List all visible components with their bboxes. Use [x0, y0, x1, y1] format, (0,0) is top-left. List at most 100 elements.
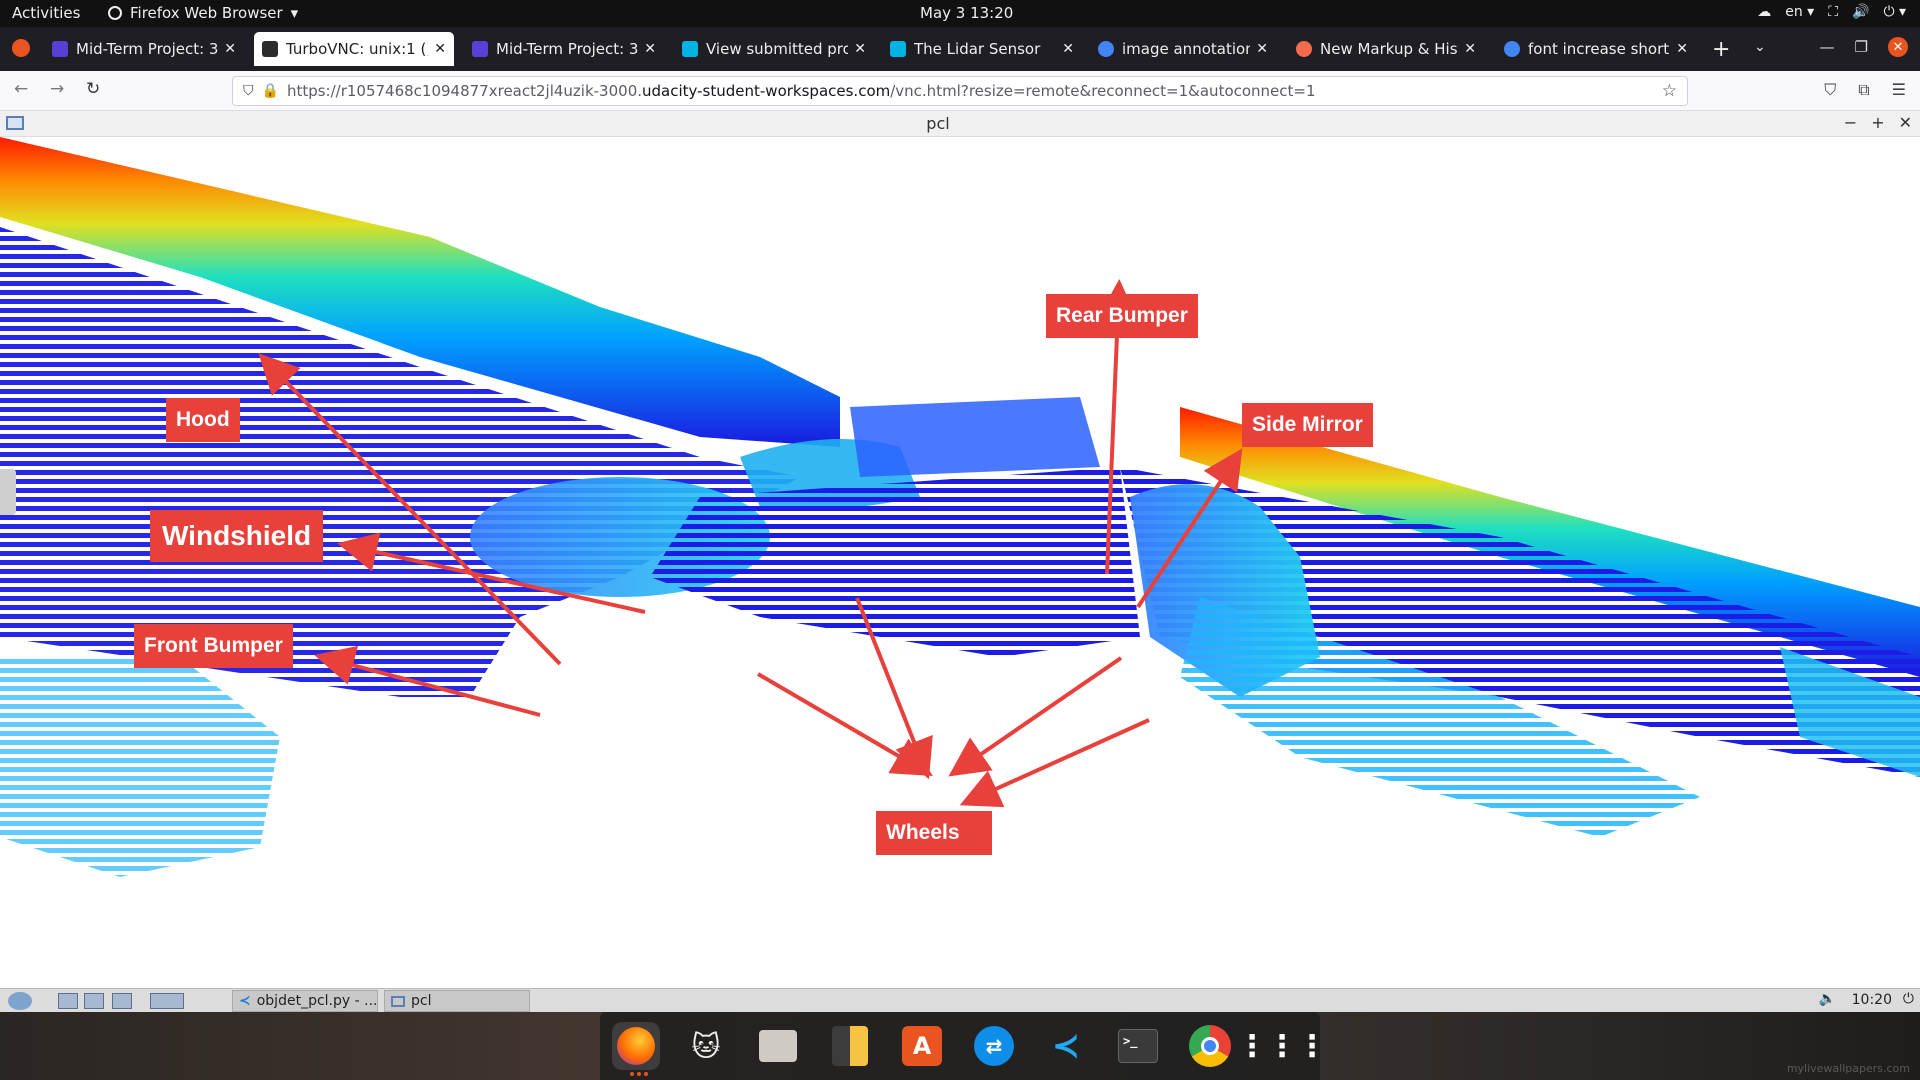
- shield-icon[interactable]: ⛉: [243, 83, 254, 99]
- minimize-icon[interactable]: −: [1844, 113, 1857, 132]
- address-bar[interactable]: ⛉ 🔒 https://r1057468c1094877xreact2jl4uz…: [232, 76, 1688, 106]
- cloud-icon[interactable]: ☁: [1757, 4, 1771, 20]
- vnc-side-handle[interactable]: [0, 469, 16, 515]
- close-tab-icon[interactable]: ✕: [854, 41, 866, 57]
- language-indicator[interactable]: en ▾: [1785, 4, 1814, 20]
- remote-task-objdet[interactable]: ≺ objdet_pcl.py - ...: [232, 990, 378, 1012]
- list-all-tabs-button[interactable]: ⌄: [1754, 39, 1766, 55]
- caret-down-icon: ▾: [290, 4, 299, 22]
- toolbar-right: ⛉ ⧉ ☰: [1824, 80, 1906, 100]
- power-icon[interactable]: ⏻ ▾: [1883, 4, 1906, 20]
- lock-icon[interactable]: 🔒: [262, 83, 279, 99]
- forward-arrow-icon[interactable]: →: [50, 79, 64, 99]
- point-cloud-viewer[interactable]: Hood Windshield Front Bumper Rear Bumper…: [0, 137, 1920, 988]
- app-menu[interactable]: Firefox Web Browser ▾: [108, 4, 298, 22]
- firefox-small-icon: [108, 6, 122, 20]
- calculator-icon[interactable]: [826, 1022, 874, 1070]
- reload-icon[interactable]: ↻: [86, 79, 100, 99]
- close-tab-icon[interactable]: ✕: [1062, 41, 1074, 57]
- close-tab-icon[interactable]: ✕: [644, 41, 656, 57]
- maximize-icon[interactable]: +: [1871, 113, 1884, 132]
- chrome-icon[interactable]: [1186, 1022, 1234, 1070]
- vnc-window-controls: − + ✕: [1844, 113, 1912, 132]
- top-bar-clock[interactable]: May 3 13:20: [920, 4, 1013, 22]
- tab-turbovnc[interactable]: TurboVNC: unix:1 () - n ✕: [254, 32, 454, 66]
- vnc-window-title: pcl: [926, 114, 950, 133]
- window-list-icon[interactable]: [150, 993, 184, 1009]
- pocket-icon[interactable]: ⛉: [1824, 80, 1836, 100]
- wallpaper-watermark: mylivewallpapers.com: [1786, 1062, 1910, 1075]
- firefox-icon[interactable]: [612, 1022, 660, 1076]
- app-menu-label: Firefox Web Browser: [130, 4, 283, 22]
- system-tray[interactable]: ☁ en ▾ ⛶ 🔊 ⏻ ▾: [1757, 4, 1906, 20]
- road-scanlines-center: [650, 467, 1140, 657]
- bookmark-star-icon[interactable]: ☆: [1662, 81, 1677, 101]
- files-icon[interactable]: [754, 1022, 802, 1070]
- tab-midterm-1[interactable]: Mid-Term Project: 3D C ✕: [44, 32, 244, 66]
- lidar-point-cloud: [0, 137, 1920, 877]
- file-manager-icon[interactable]: [84, 993, 104, 1009]
- window-controls: — ❐ ✕: [1820, 37, 1908, 57]
- markup-favicon-icon: [1296, 41, 1312, 57]
- close-tab-icon[interactable]: ✕: [1676, 41, 1688, 57]
- close-tab-icon[interactable]: ✕: [1256, 41, 1268, 57]
- google-favicon-icon: [1504, 41, 1520, 57]
- tab-view-submitted[interactable]: View submitted projec ✕: [674, 32, 874, 66]
- arrow-wheel-4: [959, 718, 1150, 808]
- callout-rear-bumper: Rear Bumper: [1046, 294, 1198, 338]
- vnc-window-titlebar: pcl − + ✕: [0, 111, 1920, 137]
- tab-image-annotation[interactable]: image annotation tool ✕: [1090, 32, 1276, 66]
- app-store-icon[interactable]: A: [898, 1022, 946, 1070]
- remote-power-icon[interactable]: ⏻: [1903, 991, 1914, 1007]
- terminal-small-icon[interactable]: [112, 993, 132, 1009]
- browser-tab-strip: Mid-Term Project: 3D C ✕ TurboVNC: unix:…: [0, 27, 1920, 71]
- activities-button[interactable]: Activities: [12, 4, 80, 22]
- callout-windshield: Windshield: [150, 510, 324, 562]
- extensions-icon[interactable]: ⧉: [1858, 80, 1869, 100]
- back-arrow-icon[interactable]: ←: [14, 79, 28, 99]
- window-small-icon: [391, 995, 405, 1007]
- tab-midterm-2[interactable]: Mid-Term Project: 3D C ✕: [464, 32, 664, 66]
- google-favicon-icon: [1098, 41, 1114, 57]
- close-window-icon[interactable]: ✕: [1888, 37, 1908, 57]
- teamviewer-icon[interactable]: ⇄: [970, 1022, 1018, 1070]
- remote-task-pcl[interactable]: pcl: [384, 990, 530, 1012]
- ubuntu-dock: 🐱 A ⇄ ≺ >_ ⋮⋮⋮: [600, 1012, 1327, 1080]
- restore-icon[interactable]: ❐: [1855, 38, 1868, 56]
- close-tab-icon[interactable]: ✕: [434, 41, 446, 57]
- callout-side-mirror: Side Mirror: [1242, 403, 1373, 447]
- minimize-icon[interactable]: —: [1820, 38, 1835, 56]
- firefox-view-icon[interactable]: [12, 39, 30, 57]
- terminal-icon[interactable]: >_: [1114, 1022, 1162, 1070]
- callout-hood: Hood: [166, 398, 240, 442]
- vscode-icon[interactable]: ≺: [1042, 1022, 1090, 1070]
- cat-icon[interactable]: 🐱: [682, 1022, 730, 1070]
- remote-start-menu-icon[interactable]: [8, 992, 32, 1010]
- close-tab-icon[interactable]: ✕: [1464, 41, 1476, 57]
- browser-nav-bar: ← → ↻ ⛉ 🔒 https://r1057468c1094877xreact…: [0, 71, 1920, 111]
- cyan-cluster-lower-left: [0, 657, 280, 877]
- tab-new-markup[interactable]: New Markup & History ✕: [1288, 32, 1484, 66]
- callout-wheels: Wheels: [876, 811, 992, 855]
- vnc-favicon-icon: [262, 41, 278, 57]
- new-tab-button[interactable]: +: [1712, 37, 1730, 62]
- udacity-favicon-icon: [890, 41, 906, 57]
- remote-clock: 10:20: [1851, 992, 1892, 1008]
- hamburger-menu-icon[interactable]: ☰: [1892, 80, 1906, 100]
- tab-font-increase[interactable]: font increase shortcut ✕: [1496, 32, 1696, 66]
- remote-volume-icon[interactable]: 🔈: [1819, 991, 1836, 1007]
- volume-icon[interactable]: 🔊: [1852, 4, 1869, 20]
- remote-taskbar: ≺ objdet_pcl.py - ... pcl 🔈 10:20 ⏻: [0, 988, 1920, 1012]
- close-icon[interactable]: ✕: [1899, 113, 1912, 132]
- system-top-bar: Activities Firefox Web Browser ▾ May 3 1…: [0, 0, 1920, 27]
- udacity-favicon-icon: [682, 41, 698, 57]
- tab-lidar-sensor[interactable]: The Lidar Sensor ✕: [882, 32, 1082, 66]
- vscode-small-icon: ≺: [239, 993, 251, 1009]
- close-tab-icon[interactable]: ✕: [224, 41, 236, 57]
- apps-grid-icon[interactable]: ⋮⋮⋮: [1237, 1022, 1327, 1070]
- udacity-favicon-icon: [472, 41, 488, 57]
- network-icon[interactable]: ⛶: [1828, 4, 1838, 20]
- arrow-wheel-1: [756, 672, 933, 777]
- show-desktop-icon[interactable]: [58, 993, 78, 1009]
- vehicle-rear-points: [850, 397, 1100, 477]
